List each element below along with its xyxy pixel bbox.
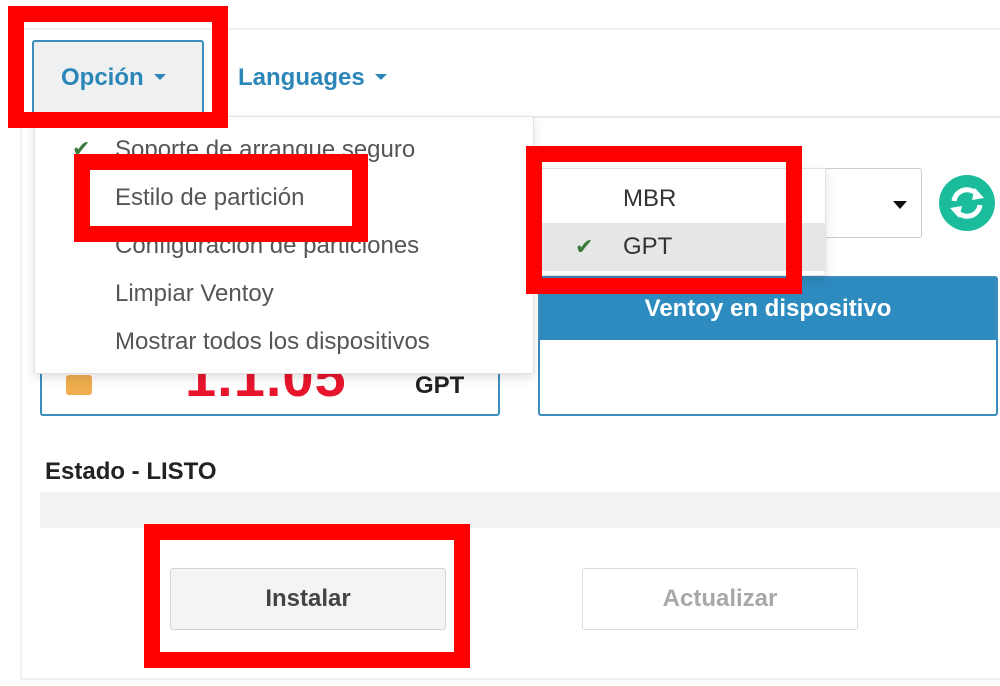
status-label: Estado - LISTO bbox=[45, 458, 217, 485]
progress-bar bbox=[40, 492, 1000, 528]
refresh-icon[interactable] bbox=[938, 174, 996, 232]
highlight-box-partition-style bbox=[74, 154, 368, 242]
highlight-box-install bbox=[144, 524, 470, 668]
menu-item-clear-ventoy[interactable]: Limpiar Ventoy bbox=[115, 280, 274, 308]
chevron-down-icon[interactable] bbox=[893, 201, 907, 209]
highlight-box-option bbox=[8, 6, 228, 128]
update-button[interactable]: Actualizar bbox=[582, 568, 858, 630]
caret-down-icon bbox=[374, 73, 387, 80]
device-panel: Ventoy en dispositivo bbox=[538, 276, 998, 416]
languages-menu-toggle[interactable]: Languages bbox=[238, 64, 387, 92]
highlight-box-gpt bbox=[526, 146, 802, 294]
ventoy-window: Opción Languages 1.1.05 GPT Ventoy en di… bbox=[0, 0, 1000, 686]
languages-menu-label: Languages bbox=[238, 64, 365, 91]
folder-icon bbox=[66, 375, 92, 395]
menu-item-show-all-devices[interactable]: Mostrar todos los dispositivos bbox=[115, 328, 430, 356]
local-partition-style: GPT bbox=[415, 372, 465, 399]
panel-divider bbox=[534, 116, 1000, 118]
